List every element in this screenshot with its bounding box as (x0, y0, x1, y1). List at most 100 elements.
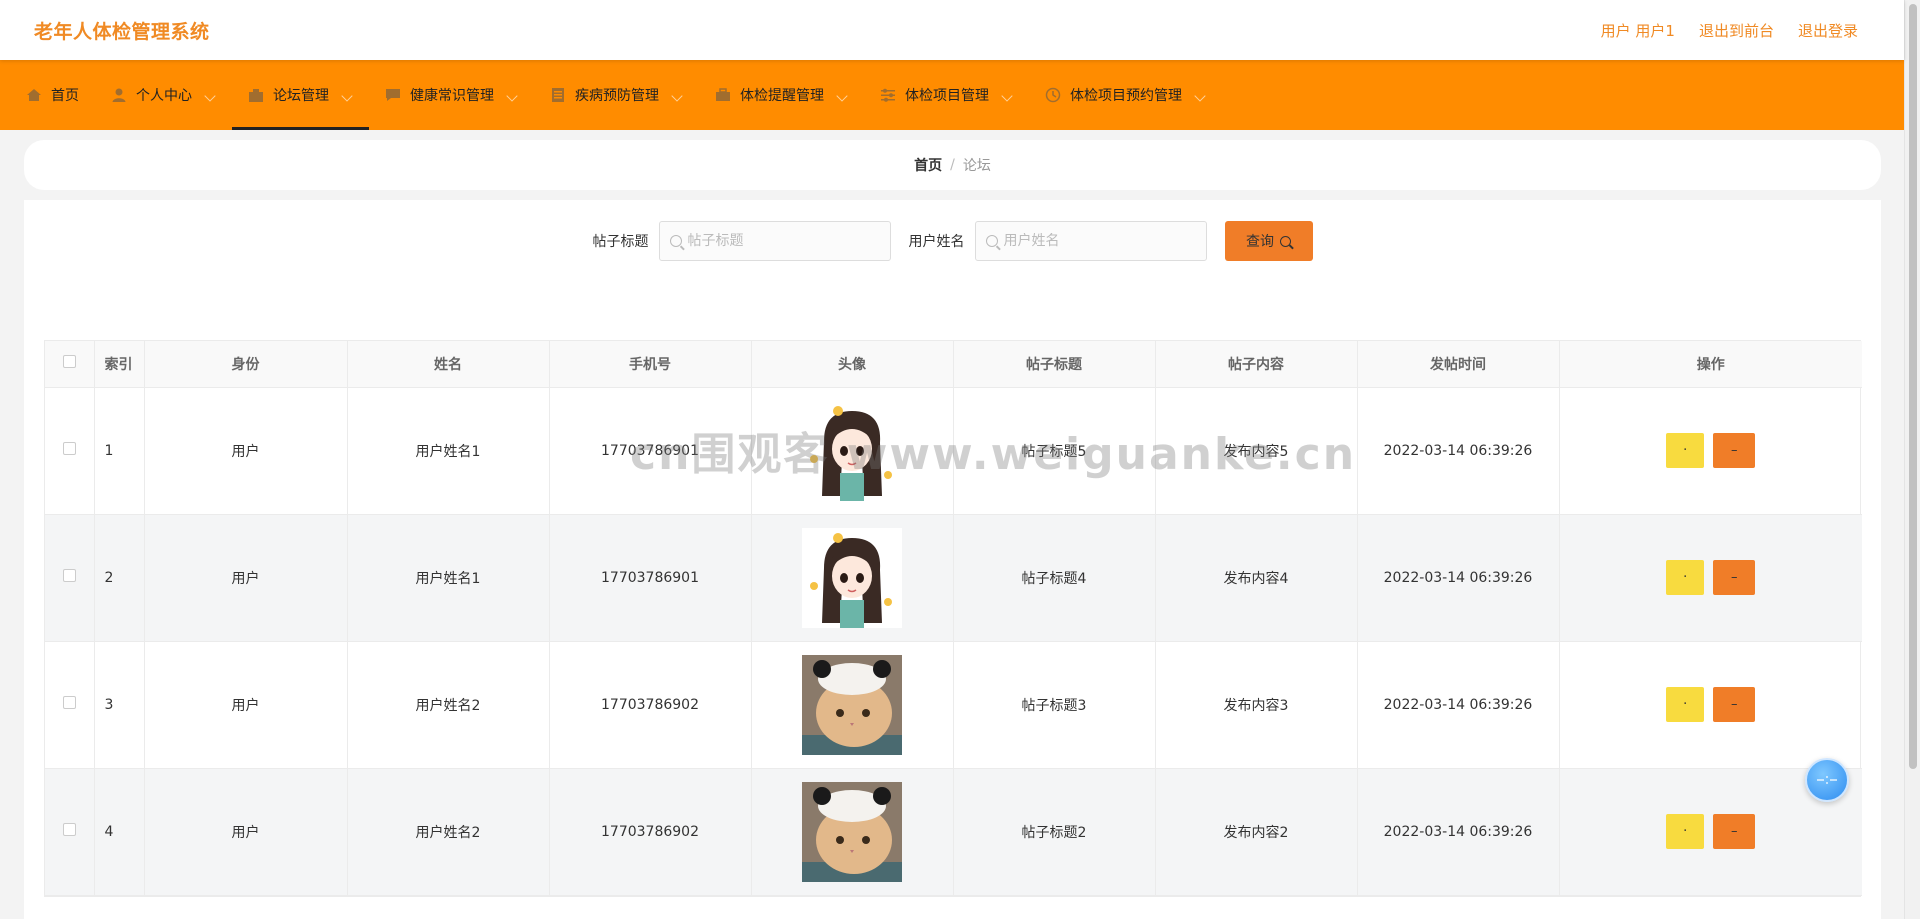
post-title-input[interactable] (687, 233, 858, 249)
row-select-cell[interactable] (45, 387, 95, 515)
cell-post-title: 帖子标题4 (953, 514, 1156, 642)
delete-button[interactable]: – (1713, 560, 1756, 595)
cell-phone: 17703786901 (549, 514, 752, 642)
cell-role: 用户 (144, 641, 348, 769)
avatar (802, 781, 902, 882)
chevron-down-icon (204, 90, 216, 102)
column-header: 操作 (1559, 341, 1862, 388)
user-name-input[interactable] (1003, 233, 1174, 249)
document-icon (552, 88, 564, 102)
cell-role: 用户 (144, 514, 348, 642)
cell-index: 4 (94, 768, 145, 896)
row-checkbox[interactable] (62, 569, 76, 582)
breadcrumb-current: 论坛 (962, 158, 991, 174)
home-icon (27, 89, 41, 101)
nav-item-checkup-booking[interactable]: 体检项目预约管理 (1029, 60, 1222, 130)
avatar (802, 527, 902, 628)
detail-button[interactable]: · (1666, 814, 1705, 849)
row-checkbox[interactable] (62, 696, 76, 709)
cell-post-time: 2022-03-14 06:39:26 (1357, 768, 1560, 896)
cell-actions: · – (1559, 641, 1862, 769)
column-header: 姓名 (347, 341, 550, 388)
top-header: 老年人体检管理系统 用户 用户1 退出到前台 退出登录 (0, 0, 1904, 60)
detail-button[interactable]: · (1666, 433, 1705, 468)
table-row[interactable]: 1 用户 用户姓名1 17703786901 帖子标题5 发布内容5 2022-03-14 … (45, 387, 1862, 515)
user-name-label: 用户姓名 (908, 234, 965, 250)
detail-button[interactable]: · (1666, 687, 1705, 722)
chevron-down-icon (341, 90, 353, 102)
sliders-icon (881, 88, 895, 102)
column-header: 身份 (144, 341, 348, 388)
table-body: 1 用户 用户姓名1 17703786901 帖子标题5 发布内容5 2022-03-14 … (45, 387, 1862, 896)
cell-index: 2 (94, 514, 145, 642)
user-label[interactable]: 用户 用户1 (1601, 20, 1675, 41)
cell-phone: 17703786901 (549, 387, 752, 515)
search-bar: 帖子标题 用户姓名 查询 (24, 221, 1881, 261)
main-nav: 首页 个人中心 论坛管理 健康常识管理 疾病预防管理 体检提醒管理 体检项目管理… (0, 60, 1904, 130)
row-select-cell[interactable] (45, 768, 95, 896)
select-all-cell[interactable] (45, 341, 95, 388)
cell-index: 3 (94, 641, 145, 769)
table-row[interactable]: 3 用户 用户姓名2 17703786902 帖子标题3 发布内容3 2022-03-14 … (45, 641, 1862, 769)
query-button[interactable]: 查询 (1224, 221, 1313, 261)
nav-item-forum[interactable]: 论坛管理 (232, 60, 369, 130)
table-row[interactable]: 4 用户 用户姓名2 17703786902 帖子标题2 发布内容2 2022-03-14 … (45, 768, 1862, 896)
delete-button[interactable]: – (1713, 687, 1756, 722)
cell-post-time: 2022-03-14 06:39:26 (1357, 641, 1560, 769)
detail-button[interactable]: · (1666, 560, 1705, 595)
breadcrumb-home[interactable]: 首页 (914, 155, 942, 175)
nav-label: 个人中心 (136, 88, 192, 104)
nav-label: 疾病预防管理 (575, 88, 659, 104)
row-select-cell[interactable] (45, 514, 95, 642)
search-icon (669, 235, 682, 247)
cell-avatar (751, 641, 954, 769)
cell-name: 用户姓名2 (347, 641, 550, 769)
column-header: 帖子内容 (1155, 341, 1358, 388)
chevron-down-icon (836, 90, 848, 102)
cell-name: 用户姓名1 (347, 514, 550, 642)
cell-post-title: 帖子标题5 (953, 387, 1156, 515)
column-header: 帖子标题 (953, 341, 1156, 388)
column-header: 手机号 (549, 341, 752, 388)
user-name-field[interactable] (974, 221, 1207, 261)
chevron-down-icon (506, 90, 518, 102)
row-checkbox[interactable] (62, 442, 76, 455)
scrollbar-thumb[interactable] (1909, 4, 1917, 769)
page-scrollbar[interactable] (1904, 0, 1920, 919)
table-row[interactable]: 2 用户 用户姓名1 17703786901 帖子标题4 发布内容4 2022-03-14 … (45, 514, 1862, 642)
nav-label: 体检项目预约管理 (1070, 88, 1182, 104)
column-header: 发帖时间 (1357, 341, 1560, 388)
nav-item-checkup-items[interactable]: 体检项目管理 (864, 60, 1029, 130)
row-checkbox[interactable] (62, 823, 76, 836)
top-links: 用户 用户1 退出到前台 退出登录 (1601, 20, 1858, 41)
user-icon (112, 88, 126, 102)
nav-item-home[interactable]: 首页 (10, 60, 95, 130)
avatar (802, 400, 902, 501)
post-title-field[interactable] (658, 221, 891, 261)
breadcrumb-separator: / (950, 157, 955, 173)
clock-icon (1045, 87, 1061, 103)
forum-table: 索引 身份 姓名 手机号 头像 帖子标题 帖子内容 发帖时间 操作 1 用户 用户姓… (44, 340, 1862, 897)
cell-post-content: 发布内容2 (1155, 768, 1358, 896)
delete-button[interactable]: – (1713, 814, 1756, 849)
floating-assistant-button[interactable] (1805, 758, 1849, 802)
cell-post-time: 2022-03-14 06:39:26 (1357, 387, 1560, 515)
cell-name: 用户姓名2 (347, 768, 550, 896)
nav-item-health-knowledge[interactable]: 健康常识管理 (369, 60, 534, 130)
select-all-checkbox[interactable] (62, 355, 76, 369)
avatar (802, 654, 902, 755)
cell-phone: 17703786902 (549, 641, 752, 769)
cell-index: 1 (94, 387, 145, 515)
nav-item-personal-center[interactable]: 个人中心 (95, 60, 232, 130)
delete-button[interactable]: – (1713, 433, 1756, 468)
nav-item-disease-prevention[interactable]: 疾病预防管理 (534, 60, 699, 130)
cell-post-title: 帖子标题3 (953, 641, 1156, 769)
logout-link[interactable]: 退出登录 (1798, 20, 1858, 41)
cell-avatar (751, 514, 954, 642)
column-header: 头像 (751, 341, 954, 388)
row-select-cell[interactable] (45, 641, 95, 769)
cell-phone: 17703786902 (549, 768, 752, 896)
nav-item-checkup-reminder[interactable]: 体检提醒管理 (699, 60, 864, 130)
back-to-front-link[interactable]: 退出到前台 (1699, 20, 1774, 41)
cell-post-content: 发布内容4 (1155, 514, 1358, 642)
